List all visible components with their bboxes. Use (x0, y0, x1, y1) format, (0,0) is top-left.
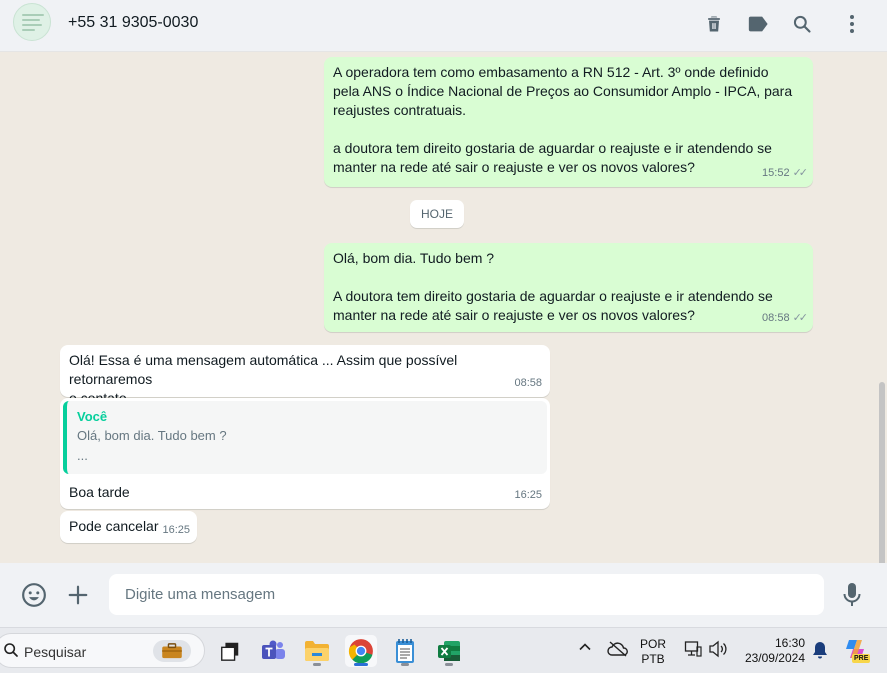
contact-avatar[interactable] (13, 3, 51, 41)
message-text: Olá, bom dia. Tudo bem ? A doutora tem d… (333, 250, 773, 323)
more-icon[interactable] (840, 12, 864, 36)
message-bubble[interactable]: Olá, bom dia. Tudo bem ? A doutora tem d… (324, 243, 813, 332)
clock-time: 16:30 (774, 636, 805, 650)
search-icon (3, 642, 19, 663)
emoji-icon[interactable] (20, 581, 48, 609)
work-briefcase-icon[interactable] (153, 640, 191, 662)
message-bubble[interactable]: A operadora tem como embasamento a RN 51… (324, 57, 813, 187)
date-separator: HOJE (410, 200, 464, 228)
message-meta: 15:52 ✓✓ (762, 164, 809, 183)
app-running-indicator (313, 663, 321, 666)
message-time: 16:25 (162, 524, 190, 536)
language-code: POR (640, 637, 667, 651)
quote-author: Você (77, 409, 108, 424)
network-icon[interactable] (684, 640, 702, 661)
message-bubble[interactable]: Pode cancelar 16:25 (60, 511, 197, 543)
search-icon[interactable] (790, 12, 814, 36)
message-input[interactable] (109, 574, 824, 615)
chat-scrollbar[interactable] (879, 382, 885, 563)
app-running-indicator (401, 663, 409, 666)
keyboard-layout-code: PTB (641, 652, 665, 666)
message-meta: 08:58 ✓✓ (762, 309, 809, 328)
message-bubble[interactable]: Você Olá, bom dia. Tudo bem ? ... Boa ta… (60, 398, 550, 509)
copilot-badge: PRE (852, 654, 871, 663)
volume-icon[interactable] (708, 640, 728, 661)
message-text: A operadora tem como embasamento a RN 51… (333, 64, 793, 175)
windows-taskbar: Pesquisar POR PTB 16:30 23/09/2024 PRE (0, 627, 887, 673)
app-running-indicator (445, 663, 453, 666)
teams-icon[interactable] (257, 635, 289, 667)
search-placeholder: Pesquisar (24, 644, 87, 660)
message-list[interactable]: A operadora tem como embasamento a RN 51… (0, 52, 887, 563)
copilot-icon[interactable]: PRE (843, 638, 871, 664)
system-clock[interactable]: 16:30 23/09/2024 (743, 636, 805, 666)
plus-icon[interactable] (64, 581, 92, 609)
quote-text: Olá, bom dia. Tudo bem ? ... (77, 428, 227, 463)
quoted-message[interactable]: Você Olá, bom dia. Tudo bem ? ... (63, 401, 547, 474)
message-bubble[interactable]: Olá! Essa é uma mensagem automática ... … (60, 345, 550, 406)
taskbar-search[interactable]: Pesquisar (0, 633, 205, 668)
excel-icon[interactable] (433, 635, 465, 667)
app-active-indicator (354, 663, 368, 666)
double-check-icon: ✓✓ (792, 312, 809, 324)
notepad-icon[interactable] (389, 635, 421, 667)
file-explorer-icon[interactable] (301, 635, 333, 667)
message-meta: 16:25 (514, 486, 542, 505)
message-time: 16:25 (514, 489, 542, 501)
show-hidden-icons-chevron-icon[interactable] (578, 640, 592, 657)
delete-icon[interactable] (702, 12, 726, 36)
task-view-icon[interactable] (214, 635, 246, 667)
contact-name[interactable]: +55 31 9305-0030 (68, 14, 198, 32)
clock-date: 23/09/2024 (744, 651, 805, 665)
message-text: Boa tarde (69, 484, 130, 500)
notification-bell-icon[interactable] (812, 641, 828, 662)
microphone-icon[interactable] (838, 581, 866, 609)
input-language-indicator[interactable]: POR PTB (640, 637, 666, 667)
chrome-icon[interactable] (345, 635, 377, 667)
message-composer (0, 563, 887, 627)
message-meta: 16:25 (162, 521, 190, 540)
chat-header: +55 31 9305-0030 (0, 0, 887, 52)
onedrive-offline-icon[interactable] (607, 640, 629, 661)
message-time: 15:52 (762, 167, 790, 179)
double-check-icon: ✓✓ (792, 167, 809, 179)
message-time: 08:58 (514, 377, 542, 389)
message-meta: 08:58 (514, 374, 542, 393)
message-time: 08:58 (762, 312, 790, 324)
label-icon[interactable] (746, 12, 770, 36)
